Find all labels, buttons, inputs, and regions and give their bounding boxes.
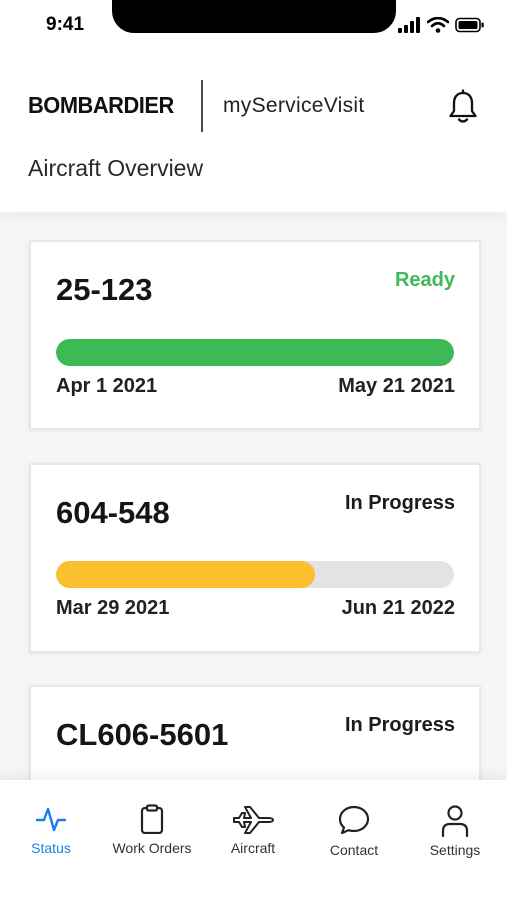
battery-icon <box>455 17 484 33</box>
tab-label: Aircraft <box>230 840 276 856</box>
app-header: BOMBARDIER myServiceVisit Aircraft Overv… <box>0 56 507 212</box>
aircraft-registration: CL606-5601 <box>56 717 229 752</box>
tab-label: Work Orders <box>112 840 192 856</box>
aircraft-registration: 25-123 <box>56 272 153 307</box>
activity-icon <box>35 807 67 832</box>
clipboard-icon <box>140 804 164 834</box>
end-date: Jun 21 2022 <box>341 597 455 619</box>
status-label: In Progress <box>344 714 455 736</box>
tab-label: Contact <box>329 842 379 858</box>
notification-bell-icon[interactable] <box>446 89 480 125</box>
status-icons <box>397 16 485 34</box>
wifi-icon <box>427 17 449 33</box>
page-title: Aircraft Overview <box>28 155 204 181</box>
end-date: May 21 2021 <box>338 375 455 397</box>
tab-label: Settings <box>429 842 481 858</box>
header-divider <box>201 80 203 132</box>
device-notch <box>112 0 396 33</box>
progress-bar <box>56 339 454 366</box>
tab-status[interactable]: Status <box>1 804 101 856</box>
airplane-icon <box>233 806 274 834</box>
status-bar: 9:41 <box>0 0 507 56</box>
aircraft-card[interactable]: 604-548 In Progress Mar 29 2021 Jun 21 2… <box>29 463 481 653</box>
tab-contact[interactable]: Contact <box>304 804 404 858</box>
cellular-signal-icon <box>398 17 420 33</box>
aircraft-registration: 604-548 <box>56 495 170 530</box>
start-date: Mar 29 2021 <box>56 597 170 619</box>
tab-settings[interactable]: Settings <box>405 804 505 858</box>
app-name: myServiceVisit <box>223 94 365 117</box>
tab-work-orders[interactable]: Work Orders <box>102 804 202 856</box>
brand-logo: BOMBARDIER <box>28 92 174 118</box>
status-time: 9:41 <box>46 14 85 35</box>
chat-bubble-icon <box>338 805 370 835</box>
progress-fill <box>56 339 454 366</box>
start-date: Apr 1 2021 <box>56 375 158 397</box>
person-icon <box>441 805 469 838</box>
tab-label: Status <box>31 840 71 856</box>
status-label: In Progress <box>344 492 455 514</box>
status-label: Ready <box>394 269 455 291</box>
tab-aircraft[interactable]: Aircraft <box>203 804 303 856</box>
progress-bar <box>56 561 454 588</box>
progress-fill <box>56 561 315 588</box>
aircraft-card[interactable]: 25-123 Ready Apr 1 2021 May 21 2021 <box>29 240 481 430</box>
bottom-tab-bar: Status Work Orders Aircraft Contact Sett… <box>0 780 507 900</box>
